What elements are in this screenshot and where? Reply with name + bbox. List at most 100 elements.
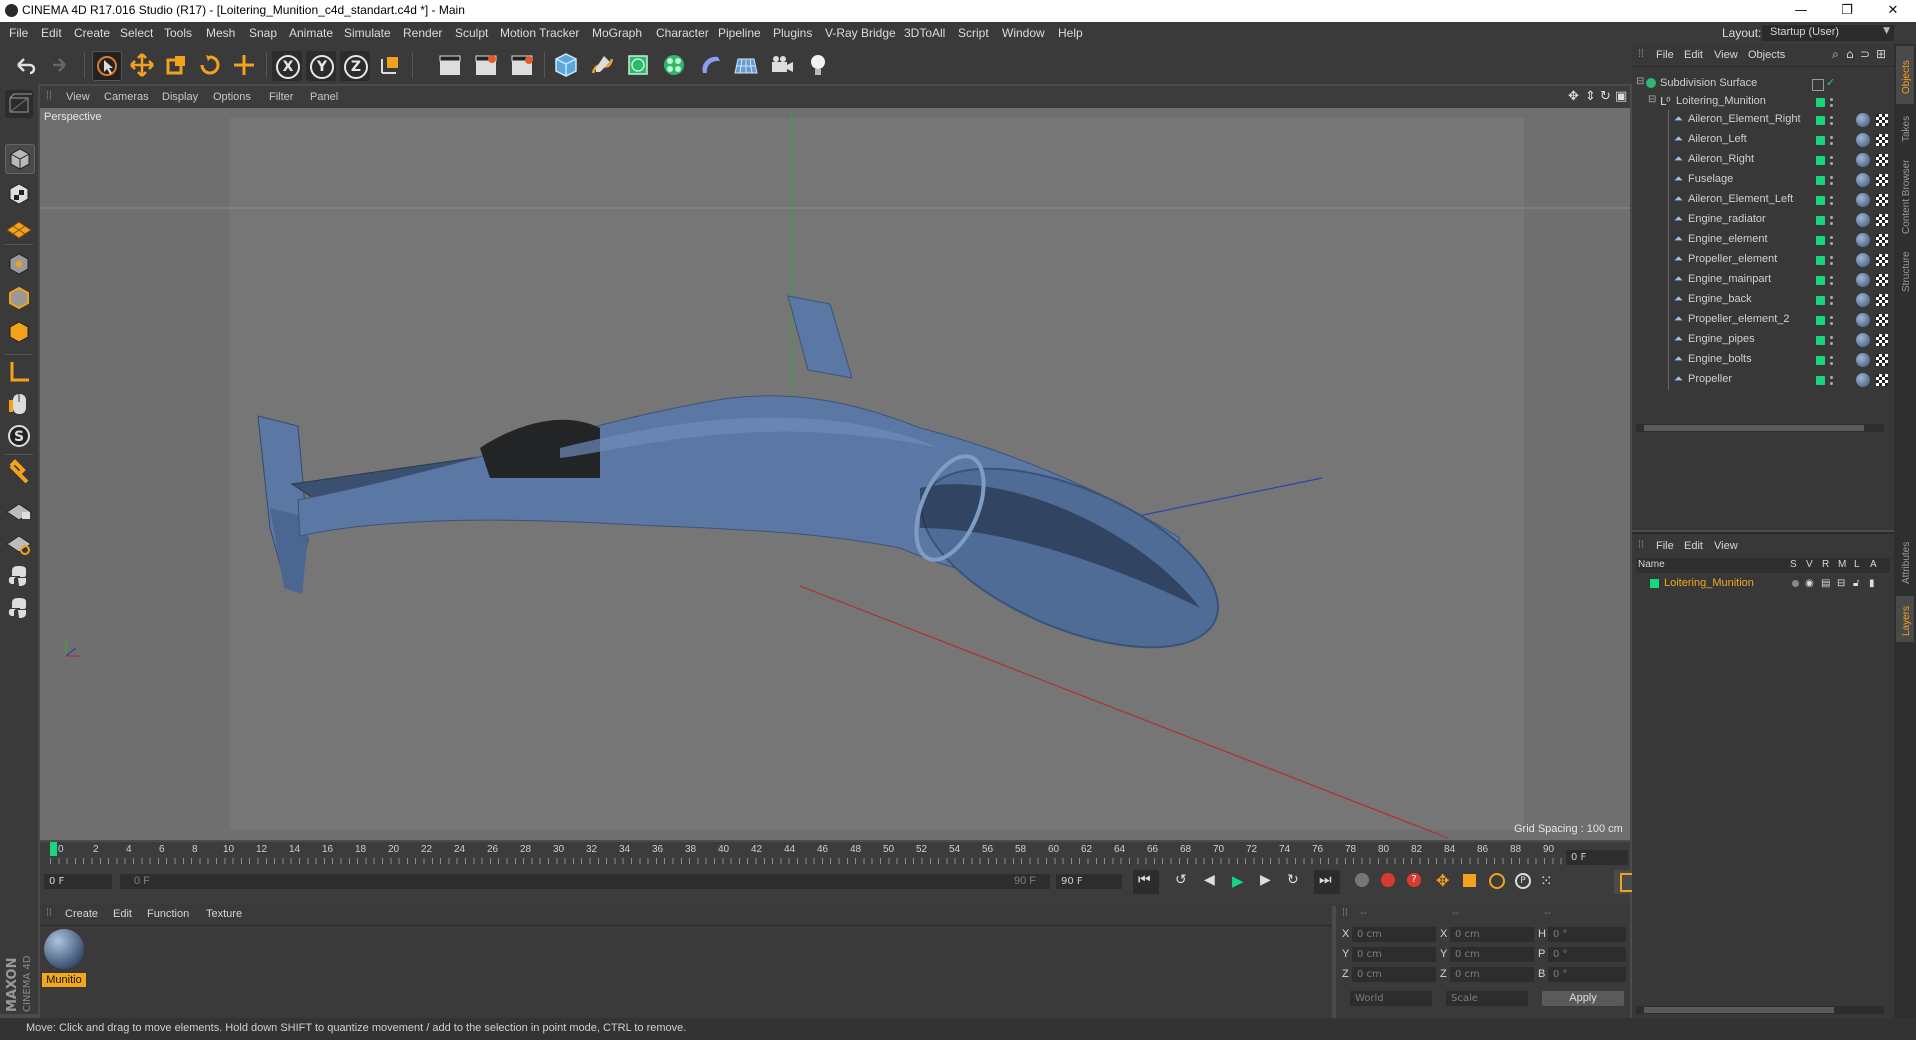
object-row[interactable]: ⏶ Aileron_Right	[1632, 150, 1894, 170]
autokey-button[interactable]	[1376, 870, 1400, 894]
uvw-tag-icon[interactable]	[1876, 314, 1888, 326]
key-param-button[interactable]: P	[1510, 870, 1534, 894]
menu-tools[interactable]: Tools	[164, 26, 192, 40]
scrollbar-thumb[interactable]	[1644, 425, 1864, 431]
visibility-dot-render[interactable]	[1830, 262, 1833, 265]
menu-render[interactable]: Render	[403, 26, 442, 40]
object-menu-file[interactable]: File	[1656, 49, 1674, 61]
scale-tool-button[interactable]	[162, 51, 190, 79]
material-tag-icon[interactable]	[1856, 293, 1870, 307]
visibility-dot-render[interactable]	[1830, 342, 1833, 345]
uvw-tag-icon[interactable]	[1876, 114, 1888, 126]
menu-plugins[interactable]: Plugins	[773, 26, 812, 40]
render-picture-viewer-button[interactable]	[472, 51, 500, 79]
visibility-dot-render[interactable]	[1830, 182, 1833, 185]
layer-menu-edit[interactable]: Edit	[1684, 540, 1703, 552]
visibility-dot-editor[interactable]	[1830, 356, 1833, 359]
key-scale-button[interactable]	[1458, 870, 1482, 894]
transform-tool-button[interactable]	[230, 51, 258, 79]
object-row[interactable]: ⏶ Fuselage	[1632, 170, 1894, 190]
visibility-dot-editor[interactable]	[1830, 98, 1833, 101]
lock-icon[interactable]: 🔓︎	[1853, 578, 1859, 589]
tab-attributes[interactable]: Attributes	[1901, 542, 1912, 584]
key-position-button[interactable]: ✥	[1432, 870, 1456, 894]
camera-object-button[interactable]	[768, 51, 796, 79]
menu-select[interactable]: Select	[120, 26, 153, 40]
rotation-b-field[interactable]: 0 °	[1548, 967, 1626, 982]
layer-color-swatch[interactable]	[1816, 156, 1825, 165]
object-row-subdivision[interactable]: ⊟ Subdivision Surface ✓	[1632, 74, 1894, 94]
layer-color-swatch[interactable]	[1816, 136, 1825, 145]
home-icon[interactable]: ⌂	[1846, 47, 1854, 61]
next-key-button[interactable]: ↻	[1282, 870, 1308, 894]
position-x-field[interactable]: 0 cm	[1352, 927, 1436, 942]
subdivision-surface-button[interactable]	[624, 51, 652, 79]
move-tool-button[interactable]	[128, 51, 156, 79]
uvw-tag-icon[interactable]	[1876, 354, 1888, 366]
menu-file[interactable]: File	[9, 26, 28, 40]
material-menu-texture[interactable]: Texture	[206, 908, 242, 920]
viewport-3d[interactable]: Perspective Grid Spacing : 100 cm	[40, 108, 1630, 840]
end-frame-field[interactable]: 90 F	[1056, 874, 1122, 889]
python-script-2-button[interactable]	[5, 594, 33, 622]
rotate-tool-button[interactable]	[196, 51, 224, 79]
layer-color-swatch[interactable]	[1816, 236, 1825, 245]
frame-range-slider[interactable]: 0 F 90 F	[120, 874, 1050, 889]
current-frame-field[interactable]: 0 F	[1566, 850, 1628, 865]
size-z-field[interactable]: 0 cm	[1450, 967, 1534, 982]
layer-color-swatch[interactable]	[1816, 98, 1825, 107]
visibility-dot-editor[interactable]	[1830, 176, 1833, 179]
light-object-button[interactable]	[804, 51, 832, 79]
visibility-dot-editor[interactable]	[1830, 196, 1833, 199]
model-mode-button[interactable]	[5, 144, 35, 174]
make-editable-button[interactable]	[5, 90, 33, 118]
viewport-menu-display[interactable]: Display	[162, 91, 198, 103]
layout-select[interactable]: Startup (User) ▼	[1762, 25, 1894, 41]
keyframe-selection-button[interactable]: ?	[1402, 870, 1426, 894]
object-row[interactable]: ⏶ Engine_bolts	[1632, 350, 1894, 370]
link-icon[interactable]: ⊃	[1860, 47, 1870, 61]
horizontal-scrollbar[interactable]	[1636, 424, 1884, 432]
material-tag-icon[interactable]	[1856, 213, 1870, 227]
apply-button[interactable]: Apply	[1542, 991, 1624, 1006]
visibility-dot-render[interactable]	[1830, 142, 1833, 145]
layer-menu-view[interactable]: View	[1714, 540, 1738, 552]
redo-button[interactable]	[45, 51, 73, 79]
material-tag-icon[interactable]	[1856, 133, 1870, 147]
menu-snap[interactable]: Snap	[249, 26, 277, 40]
scrollbar-thumb[interactable]	[1644, 1007, 1834, 1013]
tab-layers[interactable]: Layers	[1901, 606, 1912, 636]
layer-color-swatch[interactable]	[1816, 116, 1825, 125]
eye-icon[interactable]: ◉	[1805, 578, 1814, 589]
menu-create[interactable]: Create	[74, 26, 110, 40]
live-select-button[interactable]	[92, 51, 122, 81]
visibility-dot-editor[interactable]	[1830, 236, 1833, 239]
object-row[interactable]: ⏶ Aileron_Element_Left	[1632, 190, 1894, 210]
material-tag-icon[interactable]	[1856, 153, 1870, 167]
menu-character[interactable]: Character	[656, 26, 709, 40]
texture-mode-button[interactable]	[5, 180, 33, 208]
visibility-dot-editor[interactable]	[1830, 376, 1833, 379]
uvw-tag-icon[interactable]	[1876, 234, 1888, 246]
scale-mode-select[interactable]: Scale	[1446, 991, 1528, 1006]
uvw-tag-icon[interactable]	[1876, 274, 1888, 286]
menu-script[interactable]: Script	[958, 26, 989, 40]
object-row[interactable]: ⏶ Propeller	[1632, 370, 1894, 390]
solo-mode-button[interactable]: S	[5, 422, 33, 450]
restore-button[interactable]: ❐	[1824, 0, 1870, 22]
menu-animate[interactable]: Animate	[289, 26, 333, 40]
object-menu-view[interactable]: View	[1714, 49, 1738, 61]
menu-vray-bridge[interactable]: V-Ray Bridge	[825, 26, 896, 40]
layer-color-swatch[interactable]	[1816, 276, 1825, 285]
viewport-menu-options[interactable]: Options	[213, 91, 251, 103]
cube-object-button[interactable]	[552, 51, 580, 79]
python-script-button[interactable]	[5, 562, 33, 590]
visibility-dot-editor[interactable]	[1830, 336, 1833, 339]
menu-mesh[interactable]: Mesh	[206, 26, 235, 40]
material-tag-icon[interactable]	[1856, 193, 1870, 207]
render-settings-button[interactable]	[508, 51, 536, 79]
material-tag-icon[interactable]	[1856, 233, 1870, 247]
viewport-menu-view[interactable]: View	[66, 91, 90, 103]
start-frame-field[interactable]: 0 F	[44, 874, 112, 889]
layer-color-swatch[interactable]	[1816, 316, 1825, 325]
